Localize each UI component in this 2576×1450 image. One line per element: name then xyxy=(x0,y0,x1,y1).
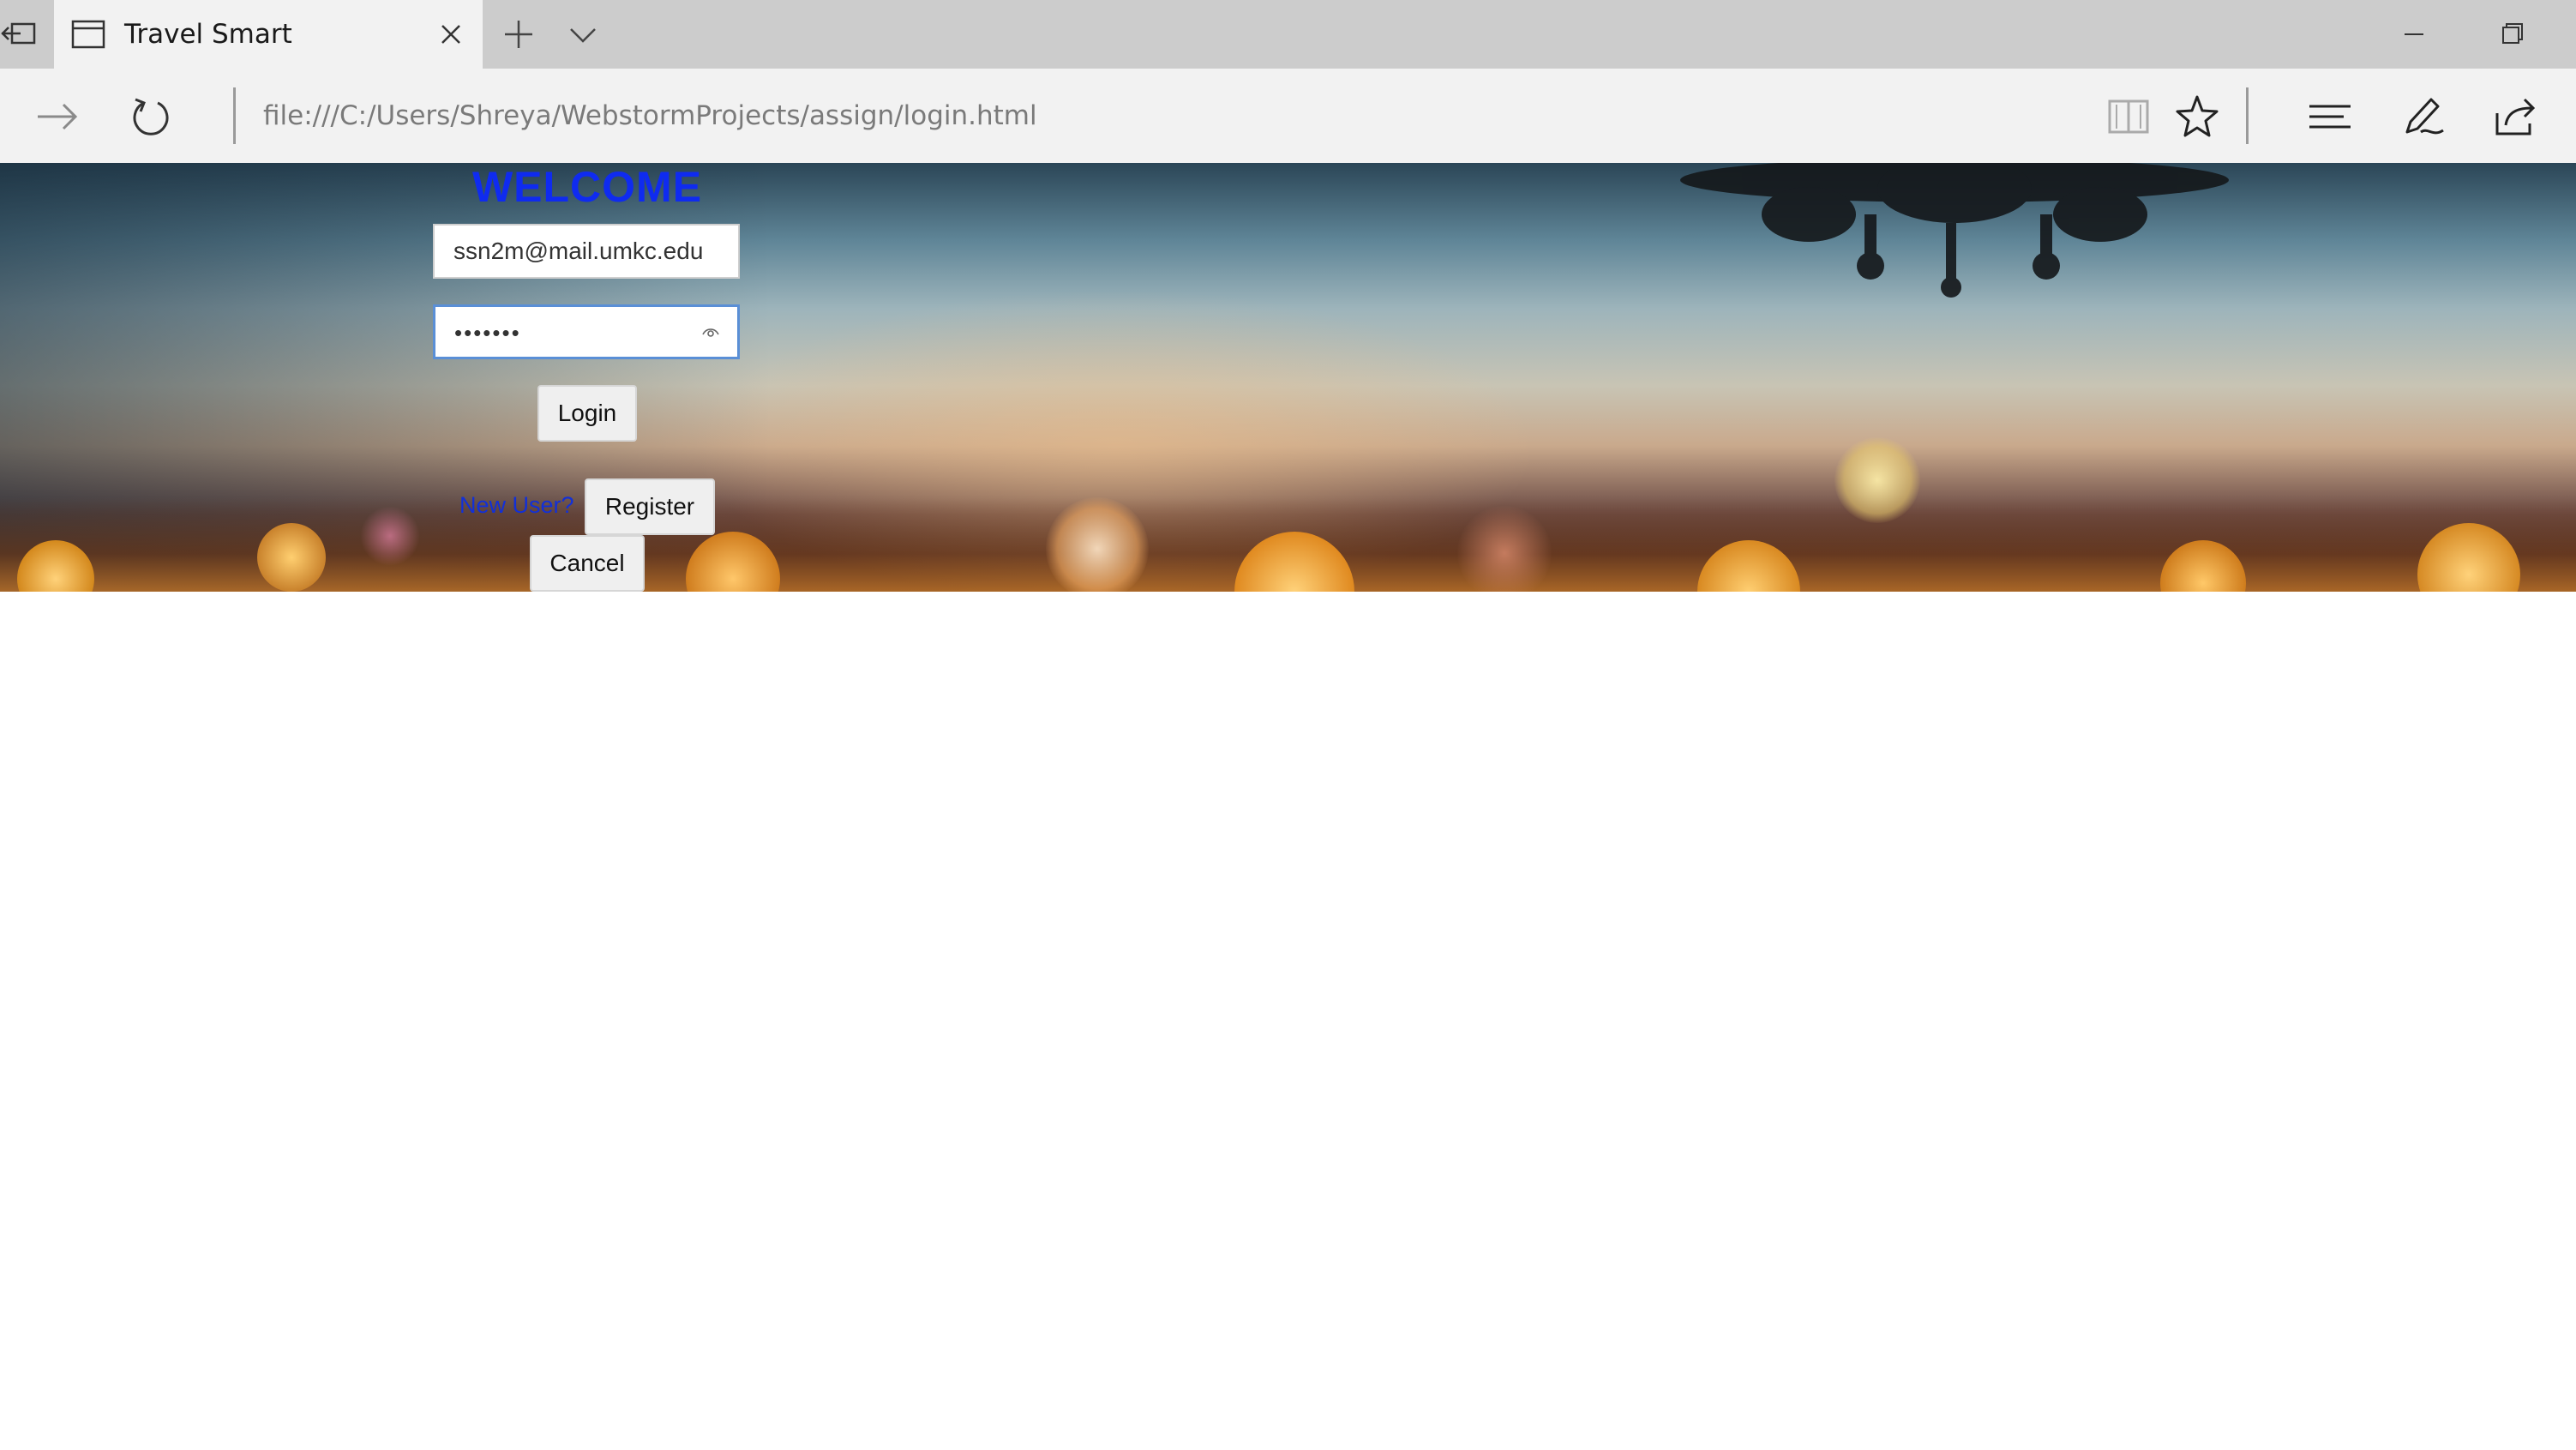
tab-preview-icon[interactable] xyxy=(0,15,51,53)
book-icon[interactable] xyxy=(2105,93,2153,141)
bokeh-light xyxy=(360,506,420,566)
register-button[interactable]: Register xyxy=(585,478,715,535)
browser-navbar: file:///C:/Users/Shreya/WebstormProjects… xyxy=(0,69,2576,163)
hub-icon[interactable] xyxy=(2306,93,2354,141)
share-icon[interactable] xyxy=(2492,93,2540,141)
arrow-right-icon[interactable] xyxy=(33,93,81,141)
restore-icon[interactable] xyxy=(2490,15,2533,53)
bokeh-light xyxy=(1457,506,1552,592)
new-user-link[interactable]: New User? xyxy=(459,490,574,520)
browser-titlebar: Travel Smart xyxy=(0,0,2576,69)
welcome-heading: WELCOME xyxy=(471,163,703,211)
minimize-icon[interactable] xyxy=(2392,15,2435,53)
eye-icon[interactable] xyxy=(701,324,720,340)
refresh-icon[interactable] xyxy=(127,93,175,141)
address-bar[interactable]: file:///C:/Users/Shreya/WebstormProjects… xyxy=(263,99,1037,133)
pen-icon[interactable] xyxy=(2400,93,2448,141)
tab-title: Travel Smart xyxy=(124,19,292,50)
airplane-silhouette xyxy=(1672,163,2237,309)
tab-travel-smart[interactable]: Travel Smart xyxy=(54,0,483,69)
address-divider xyxy=(233,87,236,144)
toolbar-divider xyxy=(2246,87,2249,144)
hero-background-image xyxy=(0,163,2576,592)
bokeh-light xyxy=(1834,437,1920,523)
plus-icon[interactable] xyxy=(501,17,536,51)
password-value: ••••••• xyxy=(454,320,521,346)
password-field[interactable]: ••••••• xyxy=(433,304,740,359)
bokeh-light xyxy=(257,523,326,592)
close-icon[interactable] xyxy=(434,17,468,51)
login-button[interactable]: Login xyxy=(537,385,637,442)
tab-page-icon xyxy=(71,19,105,50)
star-icon[interactable] xyxy=(2173,93,2221,141)
cancel-button[interactable]: Cancel xyxy=(530,535,645,592)
email-field[interactable]: ssn2m@mail.umkc.edu xyxy=(433,224,740,279)
chevron-down-icon[interactable] xyxy=(566,17,600,51)
bokeh-light xyxy=(1046,497,1149,592)
